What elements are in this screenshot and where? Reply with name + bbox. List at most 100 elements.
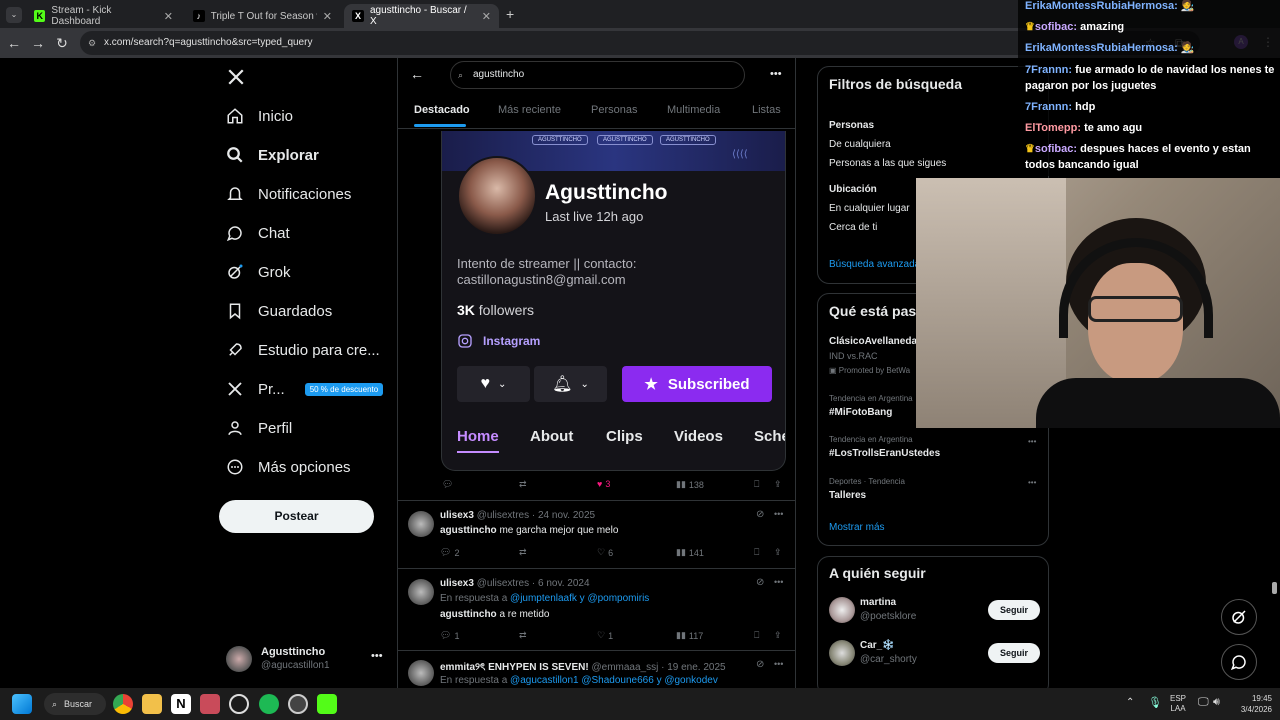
subscribed-button[interactable]: ★ Subscribed [622,366,772,402]
reply-mentions[interactable]: @jumptenlaafk y @pompomiris [510,593,649,604]
tweet[interactable]: emmita୨ৎ ENHYPEN IS SEVEN! @emmaaa_ssj ·… [398,650,795,688]
advanced-search-link[interactable]: Búsqueda avanzada [829,259,920,270]
tray-chevron-icon[interactable]: ⌃ [1126,697,1134,708]
volume-icon[interactable]: 🔊︎ [1213,696,1220,709]
kick-tab-about[interactable]: About [530,428,573,445]
nav-item-explorar[interactable]: Explorar [226,146,319,164]
instagram-link[interactable]: Instagram [457,333,540,349]
nav-item-inicio[interactable]: Inicio [226,107,293,125]
close-tab-icon[interactable]: ✕ [482,10,491,23]
kick-tab-clips[interactable]: Clips [606,428,643,445]
grok-icon[interactable]: ⊘ [756,509,764,520]
nav-item-mas-opciones[interactable]: Más opciones [226,458,351,476]
trend-name[interactable]: #LosTrollsEranUstedes [829,448,940,459]
nav-item-premium[interactable]: Pr... 50 % de descuento [226,380,384,398]
tweet[interactable]: ulisex3 @ulisextres · 6 nov. 2024 En res… [398,568,795,650]
notifications-button[interactable]: 🔔︎ ⌄ [534,366,607,402]
network-icon[interactable]: 🖵 [1198,696,1209,709]
language-indicator[interactable]: ESP LAA [1170,694,1186,714]
nav-item-notificaciones[interactable]: Notificaciones [226,185,351,203]
filter-option[interactable]: En cualquier lugar [829,203,910,214]
browser-tab-kick[interactable]: K Stream - Kick Dashboard ✕ [26,4,181,28]
photos-app-icon[interactable] [200,694,220,714]
kick-profile-card[interactable]: AGUSTTINCHO AGUSTTINCHO AGUSTTINCHO ⟨⟨⟨⟨… [441,131,786,471]
bookmark-action[interactable]: ⎕ [754,479,759,490]
post-button[interactable]: Postear [219,500,374,533]
file-explorer-icon[interactable] [142,694,162,714]
mic-icon[interactable]: 🎙︎ [1148,696,1162,709]
retweet-action[interactable]: ⇄ [519,630,527,641]
like-action[interactable]: ♡ 1 [597,630,613,641]
nav-item-grok[interactable]: Grok [226,263,291,281]
share-action[interactable]: ⇪ [774,630,782,641]
account-switcher[interactable]: Agusttincho @agucastillon1 ••• [226,644,386,674]
chatgpt-icon[interactable] [229,694,249,714]
taskbar-search[interactable]: ⌕ Buscar [44,693,106,715]
obs-icon[interactable] [288,694,308,714]
kick-tab-videos[interactable]: Videos [674,428,723,445]
nav-item-guardados[interactable]: Guardados [226,302,332,320]
trend-more-icon[interactable]: ••• [1028,437,1036,446]
follow-suggestion[interactable]: martina @poetsklore Seguir [818,595,1050,635]
bookmark-action[interactable]: ⎕ [754,630,759,641]
search-input[interactable]: ⌕ agusttincho [450,61,745,89]
page-scrollbar[interactable] [1272,582,1277,594]
show-more-link[interactable]: Mostrar más [829,522,885,533]
back-arrow-icon[interactable]: ← [410,66,424,82]
reply-action[interactable]: 💬︎ [442,479,453,490]
windows-start-icon[interactable] [12,694,32,714]
views-action[interactable]: ▮▮ 117 [676,630,703,641]
reload-icon[interactable]: ↻ [50,35,74,52]
close-tab-icon[interactable]: ✕ [164,10,173,23]
retweet-action[interactable]: ⇄ [519,547,527,558]
like-action[interactable]: ♥ 3 [597,479,610,489]
back-arrow-icon[interactable]: ← [2,35,26,51]
notion-icon[interactable]: N [171,694,191,714]
share-action[interactable]: ⇪ [774,479,782,490]
follow-button[interactable]: Seguir [988,643,1040,663]
browser-tab-tiktok[interactable]: ♪ Triple T Out for Season with AC ✕ [185,4,340,28]
bookmark-action[interactable]: ⎕ [754,547,759,558]
reply-action[interactable]: 💬︎ 2 [440,547,459,558]
trend-more-icon[interactable]: ••• [1028,478,1036,487]
nav-item-chat[interactable]: Chat [226,224,290,242]
tab-personas[interactable]: Personas [591,104,637,116]
more-options-icon[interactable]: ••• [770,68,782,80]
more-icon[interactable]: ••• [774,577,783,587]
chrome-icon[interactable] [113,694,133,714]
follow-suggestion[interactable]: Car_❄️ @car_shorty Seguir [818,638,1050,678]
trend-name[interactable]: ClásicoAvellaneda [829,336,917,347]
close-tab-icon[interactable]: ✕ [323,10,332,23]
grok-icon[interactable]: ⊘ [756,577,764,588]
forward-arrow-icon[interactable]: → [26,35,50,51]
views-action[interactable]: ▮▮ 138 [676,479,704,490]
more-icon[interactable]: ••• [774,509,783,519]
like-action[interactable]: ♡ 6 [597,547,613,558]
clock[interactable]: 19:45 3/4/2026 [1230,693,1272,715]
follow-button[interactable]: Seguir [988,600,1040,620]
tab-listas[interactable]: Listas [752,104,781,116]
views-action[interactable]: ▮▮ 141 [676,547,704,558]
kick-app-icon[interactable] [317,694,337,714]
reply-action[interactable]: 💬︎ 1 [440,630,459,641]
tweet[interactable]: ulisex3 @ulisextres · 24 nov. 2025 agust… [398,500,795,568]
kick-tab-home[interactable]: Home [457,428,499,445]
browser-tab-x[interactable]: X agusttincho - Buscar / X ✕ [344,4,499,28]
new-tab-icon[interactable]: + [506,6,514,22]
filter-option[interactable]: De cualquiera [829,139,891,150]
reply-mentions[interactable]: @agucastillon1 @Shadoune666 y @gonkodev [510,675,718,686]
more-icon[interactable]: ••• [774,659,783,669]
x-logo-icon[interactable] [227,68,245,86]
kick-tab-schedule[interactable]: Sche [754,428,785,445]
filter-option[interactable]: Personas a las que sigues [829,158,946,169]
tab-mas-reciente[interactable]: Más reciente [498,104,561,116]
account-more-icon[interactable]: ••• [371,650,383,662]
share-action[interactable]: ⇪ [774,547,782,558]
tab-destacado[interactable]: Destacado [414,104,470,116]
follow-heart-button[interactable]: ♥ ⌄ [457,366,530,402]
nav-item-perfil[interactable]: Perfil [226,419,292,437]
retweet-action[interactable]: ⇄ [519,479,527,490]
spotify-icon[interactable] [259,694,279,714]
site-info-icon[interactable]: ⚙ [88,31,96,55]
nav-item-estudio[interactable]: Estudio para cre... [226,341,380,359]
